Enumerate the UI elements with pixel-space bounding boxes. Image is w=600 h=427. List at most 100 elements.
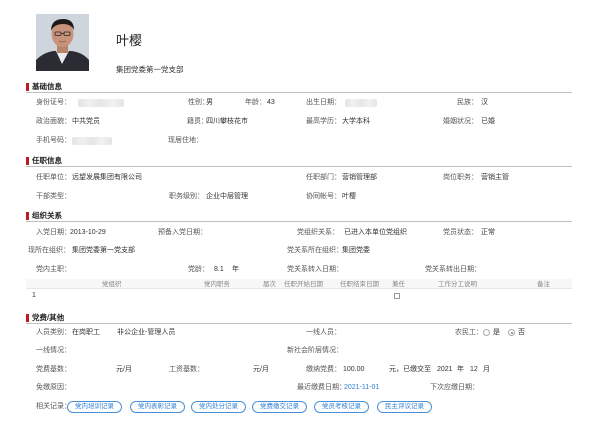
native-place-label: 籍贯：	[187, 118, 208, 125]
record-training-button[interactable]: 党内培训记录	[67, 401, 122, 413]
record-commendation-button[interactable]: 党内表彰记录	[130, 401, 185, 413]
profile-photo	[36, 14, 89, 71]
related-records-label: 相关记录：	[36, 403, 71, 410]
unit-label: 任职单位：	[36, 174, 71, 181]
current-org-label: 现所在组织：	[28, 247, 70, 254]
ethnicity-value: 汉	[481, 99, 488, 106]
party-relation-value: 已进入本单位党组织	[344, 229, 407, 236]
migrant-worker-label: 农民工：	[455, 329, 483, 336]
transfer-in-label: 党关系转入日期：	[287, 266, 343, 273]
relation-org-label: 党关系所在组织：	[287, 247, 343, 254]
join-date-label: 入党日期：	[36, 229, 71, 236]
section-title-dues: 党费/其他	[26, 313, 64, 323]
age-value: 43	[267, 99, 275, 106]
table-header-org: 党组织	[102, 281, 122, 288]
avatar	[36, 14, 89, 71]
department-label: 任职部门：	[306, 174, 341, 181]
record-assessment-button[interactable]: 党员考核记录	[314, 401, 369, 413]
position-label: 岗位职务：	[443, 174, 478, 181]
section-title-org: 组织关系	[26, 211, 62, 221]
table-header-start-date: 任职开始日期	[284, 281, 323, 288]
record-democratic-review-button[interactable]: 民主评议记录	[377, 401, 432, 413]
record-discipline-button[interactable]: 党内处分记录	[191, 401, 246, 413]
migrant-yes-radio[interactable]	[483, 329, 490, 336]
table-header-remark: 备注	[537, 281, 550, 288]
education-value: 大学本科	[342, 118, 370, 125]
table-header-division: 工作分工说明	[438, 281, 477, 288]
position-value: 营销主管	[481, 174, 509, 181]
migrant-no-radio[interactable]	[508, 329, 515, 336]
migrant-yes-label: 是	[493, 329, 500, 336]
birth-date-label: 出生日期：	[306, 99, 341, 106]
dues-paid-month: 12	[470, 366, 478, 373]
next-due-label: 下次应缴日期：	[430, 384, 479, 391]
native-place-value: 四川攀枝花市	[206, 118, 248, 125]
dues-base-unit: 元/月	[116, 366, 132, 373]
join-date-value: 2013-10-29	[70, 229, 106, 236]
category-value-2: 非公企业-管理人员	[117, 329, 176, 336]
wage-base-unit: 元/月	[253, 366, 269, 373]
table-header-end-date: 任职结束日期	[340, 281, 379, 288]
id-number-redacted	[78, 99, 124, 107]
phone-label: 手机号码：	[36, 137, 71, 144]
member-organization: 集团党委第一党支部	[116, 65, 184, 74]
member-status-label: 党员状态：	[443, 229, 478, 236]
section-title-job: 任职信息	[26, 156, 62, 166]
section-divider	[26, 166, 572, 167]
dues-base-label: 党费基数：	[36, 366, 71, 373]
record-dues-payment-button[interactable]: 党费缴交记录	[252, 401, 307, 413]
in-party-position-label: 党内主职：	[36, 266, 71, 273]
marital-value: 已婚	[481, 118, 495, 125]
phone-redacted	[72, 137, 112, 145]
relation-org-value: 集团党委	[342, 247, 370, 254]
probation-date-label: 预备入党日期：	[158, 229, 207, 236]
category-label: 人员类别：	[36, 329, 71, 336]
party-relation-label: 党组织关系：	[297, 229, 339, 236]
job-level-value: 企业中层管理	[206, 193, 248, 200]
member-status-value: 正常	[481, 229, 495, 236]
exempt-reason-label: 免缴原因：	[36, 384, 71, 391]
education-label: 最高学历：	[306, 118, 341, 125]
table-row-index: 1	[32, 292, 36, 299]
dues-paid-year: 2021	[437, 366, 453, 373]
member-name: 叶樱	[116, 33, 143, 48]
age-label: 年龄：	[245, 99, 266, 106]
account-value: 叶樱	[342, 193, 356, 200]
dues-paid-until-text: 元，已缴交至	[389, 366, 431, 373]
migrant-no-label: 否	[518, 329, 525, 336]
table-header-term: 届次	[263, 281, 276, 288]
political-label: 政治面貌：	[36, 118, 71, 125]
birth-date-redacted	[345, 99, 377, 107]
last-payment-label: 最近缴费日期：	[297, 384, 346, 391]
party-age-label: 党龄：	[188, 266, 209, 273]
frontline-status-label: 一线情况：	[36, 347, 71, 354]
wage-base-label: 工资基数：	[169, 366, 204, 373]
gender-value: 男	[206, 99, 213, 106]
residence-label: 现居住地：	[168, 137, 203, 144]
ethnicity-label: 民族：	[457, 99, 478, 106]
section-divider	[26, 221, 572, 222]
current-org-value: 集团党委第一党支部	[72, 247, 135, 254]
transfer-out-label: 党关系转出日期：	[425, 266, 481, 273]
table-header-concurrent: 兼任	[392, 281, 405, 288]
party-age-value: 8.1	[214, 266, 224, 273]
last-payment-value: 2021-11-01	[344, 384, 380, 391]
account-label: 协同帐号：	[306, 193, 341, 200]
cadre-type-label: 干部类型：	[36, 193, 71, 200]
job-level-label: 职务级别：	[169, 193, 204, 200]
dues-paid-label: 缴纳党费：	[306, 366, 341, 373]
dues-paid-month-unit: 月	[483, 366, 490, 373]
table-header-position: 党内职务	[204, 281, 230, 288]
section-title-basic: 基础信息	[26, 82, 62, 92]
marital-label: 婚姻状况：	[443, 118, 478, 125]
political-value: 中共党员	[72, 118, 100, 125]
department-value: 营销管理部	[342, 174, 377, 181]
party-age-unit: 年	[232, 266, 239, 273]
frontline-label: 一线人员：	[306, 329, 341, 336]
unit-value: 远望发展集团有限公司	[72, 174, 142, 181]
dues-paid-value: 100.00	[343, 366, 365, 373]
section-divider	[26, 323, 572, 324]
concurrent-checkbox[interactable]	[394, 293, 400, 299]
category-value-1: 在岗职工	[72, 329, 100, 336]
dues-paid-year-unit: 年	[457, 366, 464, 373]
